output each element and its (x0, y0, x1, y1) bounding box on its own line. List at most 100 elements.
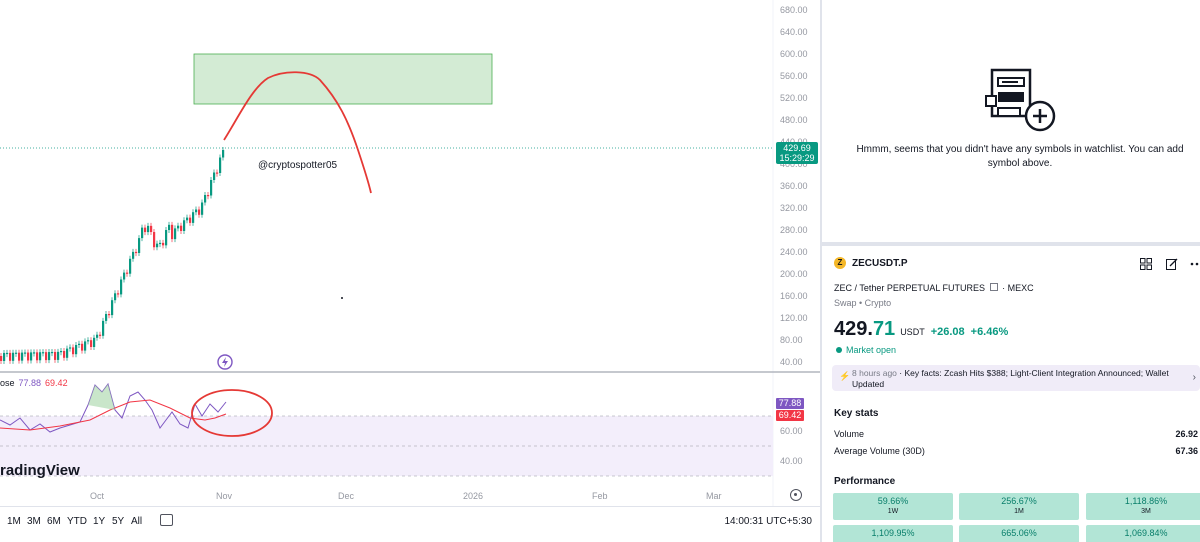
candle-body (186, 217, 189, 221)
candle-body (159, 242, 162, 245)
empty-watchlist-message: Hmmm, seems that you didn't have any sym… (856, 144, 1184, 169)
utc-clock[interactable]: 14:00:31 UTC+5:30 (724, 516, 812, 527)
perf-cell-1w[interactable]: 59.66% 1W (833, 493, 953, 520)
candle-body (111, 300, 114, 316)
price-axis-label: 360.00 (780, 181, 808, 191)
edit-icon[interactable] (1166, 258, 1178, 270)
range-button-5y[interactable]: 5Y (112, 516, 124, 527)
description-text: ZEC / Tether PERPETUAL FUTURES (834, 283, 986, 293)
candle-body (219, 157, 222, 173)
time-axis-label: Nov (216, 491, 233, 501)
perf-cell-1y[interactable]: 1,069.84% (1086, 525, 1200, 542)
range-button-1y[interactable]: 1Y (93, 516, 105, 527)
gear-icon[interactable] (790, 489, 802, 501)
perf-cell-1m[interactable]: 256.67% 1M (959, 493, 1079, 520)
rsi-legend-ma-value: 69.42 (45, 378, 68, 388)
price-axis-label: 560.00 (780, 71, 808, 81)
price-block: 429. 71 USDT +26.08 +6.46% (834, 318, 1008, 341)
chart-pane[interactable]: 680.00640.00600.00560.00520.00480.00440.… (0, 0, 820, 542)
last-price-badge: 429.69 15:29:29 (776, 142, 818, 164)
symbol-type: Swap • Crypto (834, 298, 892, 308)
panel-divider-horizontal[interactable] (822, 242, 1200, 246)
price-decimal: 71 (872, 318, 896, 340)
tradingview-logo[interactable]: radingView (0, 462, 80, 479)
status-dot-icon (836, 347, 842, 353)
candle-body (120, 279, 123, 295)
candle-body (60, 351, 63, 353)
rsi-overbought-fill (88, 384, 115, 410)
candle-body (69, 347, 72, 349)
zcash-coin-icon: Z (834, 257, 846, 269)
calendar-icon[interactable] (160, 514, 173, 526)
candle-body (6, 352, 9, 355)
perf-cell-ytd[interactable]: 665.06% (959, 525, 1079, 542)
range-button-1m[interactable]: 1M (7, 516, 21, 527)
rsi-ma-badge: 69.42 (776, 410, 804, 421)
price-axis-label: 520.00 (780, 93, 808, 103)
candle-body (123, 272, 126, 280)
candle-body (207, 195, 210, 197)
external-link-icon[interactable] (989, 283, 998, 291)
candle-body (57, 351, 60, 360)
exchange-text[interactable]: · MEXC (1002, 283, 1034, 293)
range-button-all[interactable]: All (131, 516, 142, 527)
candle-body (42, 352, 45, 354)
perf-cell-6m[interactable]: 1,109.95% (833, 525, 953, 542)
range-button-3m[interactable]: 3M (27, 516, 41, 527)
price-change-percent: +6.46% (970, 326, 1009, 338)
stat-value: 67.36 (1175, 446, 1198, 456)
candle-body (63, 351, 66, 358)
candle-body (135, 251, 138, 254)
candles-group (0, 147, 225, 364)
lightning-icon: ⚡ (839, 371, 851, 381)
candle-body (72, 347, 75, 355)
time-axis-label: Dec (338, 491, 355, 501)
news-banner[interactable]: ⚡ 8 hours ago · Key facts: Zcash Hits $3… (832, 365, 1200, 391)
price-axis-label: 280.00 (780, 225, 808, 235)
candle-body (78, 343, 81, 345)
perf-label: 1M (1014, 508, 1024, 515)
candle-body (198, 209, 201, 215)
candle-body (162, 242, 165, 246)
candle-body (222, 150, 225, 158)
range-button-ytd[interactable]: YTD (67, 516, 87, 527)
candle-body (138, 238, 141, 253)
candle-body (48, 352, 51, 361)
perf-cell-3m[interactable]: 1,118.86% 3M (1086, 493, 1200, 520)
candle-body (165, 230, 168, 246)
range-button-6m[interactable]: 6M (47, 516, 61, 527)
rsi-legend[interactable]: ose 77.88 69.42 (0, 378, 68, 388)
key-stats-title: Key stats (834, 408, 879, 419)
price-axis: 680.00640.00600.00560.00520.00480.00440.… (780, 5, 808, 367)
symbol-name[interactable]: ZECUSDT.P (852, 258, 908, 269)
price-integer: 429. (834, 318, 873, 340)
grid-layout-icon[interactable] (1140, 258, 1152, 270)
candle-body (24, 352, 27, 354)
price-change: +26.08 (930, 326, 965, 338)
target-zone-rectangle[interactable] (193, 53, 493, 105)
candle-body (114, 293, 117, 301)
candle-body (21, 352, 24, 361)
candle-body (150, 225, 153, 233)
candle-body (96, 334, 99, 338)
price-axis-label: 200.00 (780, 269, 808, 279)
chart-canvas[interactable]: 680.00640.00600.00560.00520.00480.00440.… (0, 0, 820, 506)
market-status-text: Market open (846, 345, 897, 355)
candle-body (201, 202, 204, 215)
perf-label: 1W (887, 508, 899, 515)
candle-body (93, 337, 96, 347)
candle-body (51, 351, 54, 354)
time-axis-label: Oct (90, 491, 105, 501)
price-axis-label: 480.00 (780, 115, 808, 125)
price-axis-label: 40.00 (780, 357, 803, 367)
rsi-value-badge: 77.88 (776, 398, 804, 409)
candle-body (39, 352, 42, 361)
more-options-icon[interactable] (1190, 258, 1200, 270)
price-axis-label: 80.00 (780, 335, 803, 345)
candle-body (66, 348, 69, 358)
candle-body (105, 314, 108, 321)
candle-body (195, 209, 198, 213)
symbol-header[interactable]: Z ZECUSDT.P (834, 257, 908, 269)
candle-body (153, 232, 156, 248)
candle-body (54, 351, 57, 360)
